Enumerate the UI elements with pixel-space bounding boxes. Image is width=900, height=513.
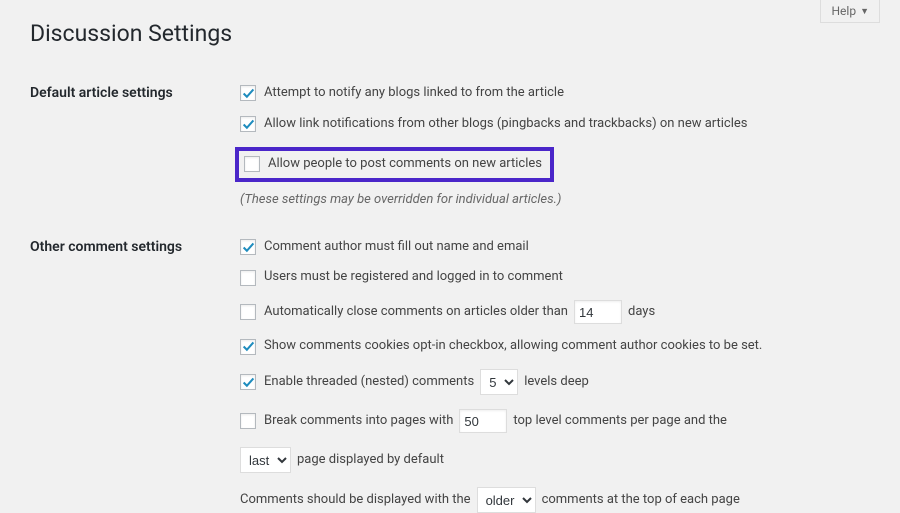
display-order-prefix: Comments should be displayed with the	[240, 492, 471, 509]
allow-comments-label: Allow people to post comments on new art…	[268, 156, 542, 173]
help-tab-button[interactable]: Help ▼	[820, 0, 880, 23]
allow-comments-highlight: Allow people to post comments on new art…	[235, 147, 554, 182]
checkbox-unchecked-icon	[244, 156, 260, 172]
checkbox-unchecked-icon	[240, 304, 256, 320]
checkbox-unchecked-icon	[240, 413, 256, 429]
override-note: (These settings may be overridden for in…	[240, 192, 870, 209]
author-name-email-label: Comment author must fill out name and em…	[264, 239, 529, 256]
auto-close-prefix: Automatically close comments on articles…	[264, 304, 568, 321]
display-order-suffix: comments at the top of each page	[542, 492, 740, 509]
break-pages-value-input[interactable]	[459, 409, 507, 433]
help-tab-label: Help	[831, 4, 856, 18]
checkbox-checked-icon	[240, 239, 256, 255]
users-registered-label: Users must be registered and logged in t…	[264, 269, 563, 286]
checkbox-checked-icon	[240, 85, 256, 101]
settings-table: Default article settings Attempt to noti…	[30, 67, 870, 513]
author-name-email-option[interactable]: Comment author must fill out name and em…	[240, 239, 870, 256]
auto-close-days-input[interactable]	[574, 300, 622, 324]
section-heading-default-article: Default article settings	[30, 67, 240, 221]
allow-pingbacks-option[interactable]: Allow link notifications from other blog…	[240, 116, 870, 133]
threaded-suffix: levels deep	[524, 374, 589, 391]
checkbox-checked-icon	[240, 374, 256, 390]
break-pages-prefix: Break comments into pages with	[264, 413, 453, 430]
notify-blogs-option[interactable]: Attempt to notify any blogs linked to fr…	[240, 85, 870, 102]
allow-comments-option[interactable]: Allow people to post comments on new art…	[244, 156, 542, 173]
break-pages-mid: top level comments per page and the	[513, 413, 727, 430]
users-registered-option[interactable]: Users must be registered and logged in t…	[240, 269, 870, 286]
page-default-select[interactable]: last	[240, 447, 291, 473]
notify-blogs-label: Attempt to notify any blogs linked to fr…	[264, 85, 564, 102]
threaded-levels-select[interactable]: 5	[480, 369, 518, 395]
threaded-option[interactable]: Enable threaded (nested) comments	[240, 374, 474, 391]
settings-wrap: Discussion Settings Default article sett…	[0, 0, 900, 513]
threaded-prefix: Enable threaded (nested) comments	[264, 374, 474, 391]
auto-close-option[interactable]: Automatically close comments on articles…	[240, 304, 568, 321]
auto-close-suffix: days	[628, 304, 655, 321]
caret-down-icon: ▼	[860, 6, 869, 17]
page-title: Discussion Settings	[30, 20, 870, 47]
checkbox-checked-icon	[240, 116, 256, 132]
page-default-suffix: page displayed by default	[297, 452, 444, 469]
cookies-optin-label: Show comments cookies opt-in checkbox, a…	[264, 338, 762, 355]
checkbox-unchecked-icon	[240, 270, 256, 286]
cookies-optin-option[interactable]: Show comments cookies opt-in checkbox, a…	[240, 338, 870, 355]
break-pages-option[interactable]: Break comments into pages with	[240, 413, 453, 430]
section-heading-other-comment: Other comment settings	[30, 221, 240, 513]
checkbox-checked-icon	[240, 339, 256, 355]
display-order-select[interactable]: older	[477, 487, 536, 513]
allow-pingbacks-label: Allow link notifications from other blog…	[264, 116, 748, 133]
